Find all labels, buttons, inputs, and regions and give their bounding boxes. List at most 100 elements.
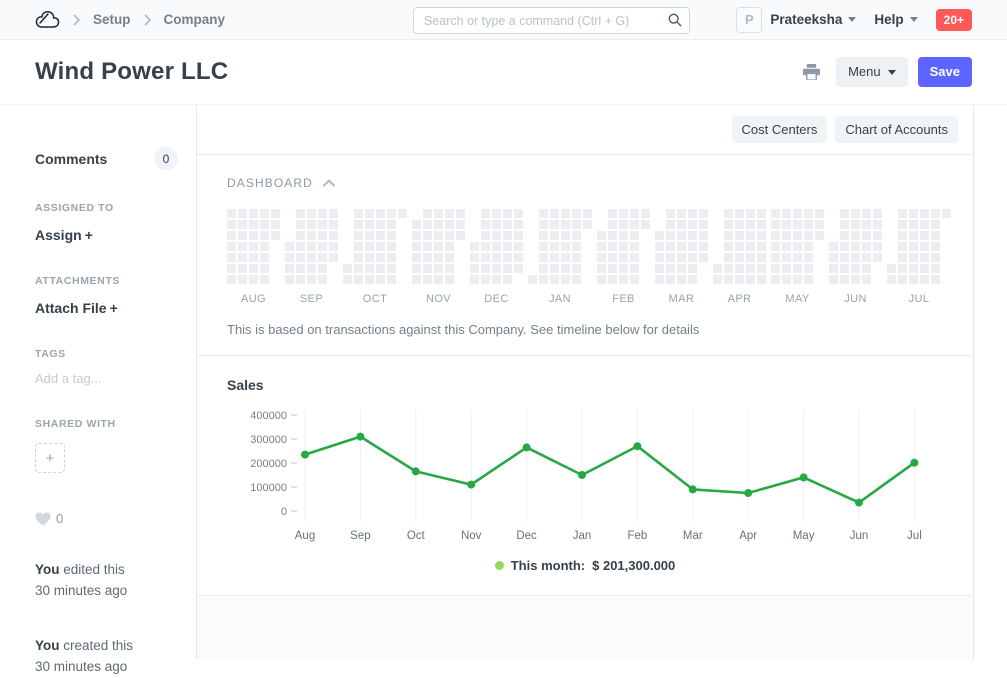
heatmap-cell[interactable] <box>724 209 733 218</box>
heatmap-cell[interactable] <box>898 264 907 273</box>
heatmap-cell[interactable] <box>376 264 385 273</box>
heatmap-cell[interactable] <box>387 264 396 273</box>
heatmap-cell[interactable] <box>514 242 523 251</box>
heatmap-cell[interactable] <box>329 209 338 218</box>
heatmap-cell[interactable] <box>735 275 744 284</box>
heatmap-cell[interactable] <box>481 275 490 284</box>
heatmap-cell[interactable] <box>318 275 327 284</box>
heatmap-cell[interactable] <box>528 275 537 284</box>
heatmap-cell[interactable] <box>318 231 327 240</box>
heatmap-cell[interactable] <box>387 220 396 229</box>
heatmap-cell[interactable] <box>851 264 860 273</box>
heatmap-cell[interactable] <box>376 253 385 262</box>
heatmap-cell[interactable] <box>735 220 744 229</box>
heatmap-cell[interactable] <box>354 253 363 262</box>
heatmap-cell[interactable] <box>329 220 338 229</box>
heatmap-cell[interactable] <box>550 264 559 273</box>
heatmap-cell[interactable] <box>572 253 581 262</box>
heatmap-cell[interactable] <box>318 220 327 229</box>
heatmap-cell[interactable] <box>597 253 606 262</box>
heatmap-cell[interactable] <box>249 242 258 251</box>
heatmap-cell[interactable] <box>608 242 617 251</box>
heatmap-cell[interactable] <box>724 242 733 251</box>
heatmap-cell[interactable] <box>249 220 258 229</box>
heatmap-cell[interactable] <box>307 220 316 229</box>
heatmap-cell[interactable] <box>862 220 871 229</box>
heatmap-cell[interactable] <box>481 209 490 218</box>
heatmap-cell[interactable] <box>481 253 490 262</box>
heatmap-cell[interactable] <box>572 275 581 284</box>
search-icon[interactable] <box>668 13 682 30</box>
heatmap-cell[interactable] <box>909 209 918 218</box>
heatmap-cell[interactable] <box>920 209 929 218</box>
heatmap-cell[interactable] <box>920 275 929 284</box>
heatmap-cell[interactable] <box>920 264 929 273</box>
heatmap-cell[interactable] <box>688 264 697 273</box>
heatmap-cell[interactable] <box>412 275 421 284</box>
heatmap-cell[interactable] <box>931 264 940 273</box>
heatmap-cell[interactable] <box>771 253 780 262</box>
save-button[interactable]: Save <box>918 57 972 87</box>
heatmap-cell[interactable] <box>470 264 479 273</box>
heatmap-cell[interactable] <box>608 253 617 262</box>
heatmap-cell[interactable] <box>920 220 929 229</box>
heatmap-cell[interactable] <box>677 253 686 262</box>
heatmap-cell[interactable] <box>655 242 664 251</box>
heatmap-cell[interactable] <box>873 220 882 229</box>
heatmap-cell[interactable] <box>456 220 465 229</box>
heatmap-cell[interactable] <box>746 253 755 262</box>
heatmap-cell[interactable] <box>666 220 675 229</box>
heatmap-cell[interactable] <box>271 220 280 229</box>
heatmap-cell[interactable] <box>771 264 780 273</box>
heatmap-cell[interactable] <box>735 264 744 273</box>
heatmap-cell[interactable] <box>387 275 396 284</box>
heatmap-cell[interactable] <box>227 242 236 251</box>
heatmap-cell[interactable] <box>492 253 501 262</box>
heatmap-cell[interactable] <box>688 220 697 229</box>
heatmap-cell[interactable] <box>630 209 639 218</box>
heatmap-cell[interactable] <box>238 220 247 229</box>
heart-icon[interactable] <box>35 512 51 526</box>
heatmap-cell[interactable] <box>666 209 675 218</box>
heatmap-cell[interactable] <box>782 209 791 218</box>
heatmap-cell[interactable] <box>550 242 559 251</box>
heatmap-cell[interactable] <box>503 242 512 251</box>
user-menu[interactable]: P Prateeksha <box>736 7 856 33</box>
heatmap-cell[interactable] <box>423 231 432 240</box>
heatmap-cell[interactable] <box>619 275 628 284</box>
heatmap-cell[interactable] <box>757 220 766 229</box>
heatmap-cell[interactable] <box>539 220 548 229</box>
heatmap-cell[interactable] <box>492 209 501 218</box>
heatmap-cell[interactable] <box>793 209 802 218</box>
heatmap-cell[interactable] <box>688 209 697 218</box>
heatmap-cell[interactable] <box>898 242 907 251</box>
heatmap-cell[interactable] <box>630 275 639 284</box>
heatmap-cell[interactable] <box>387 231 396 240</box>
heatmap-cell[interactable] <box>666 264 675 273</box>
heatmap-cell[interactable] <box>677 275 686 284</box>
heatmap-cell[interactable] <box>354 220 363 229</box>
heatmap-cell[interactable] <box>862 242 871 251</box>
heatmap-cell[interactable] <box>227 231 236 240</box>
heatmap-cell[interactable] <box>423 253 432 262</box>
heatmap-cell[interactable] <box>666 242 675 251</box>
heatmap-cell[interactable] <box>793 231 802 240</box>
heatmap-cell[interactable] <box>227 253 236 262</box>
heatmap-cell[interactable] <box>492 231 501 240</box>
heatmap-cell[interactable] <box>329 231 338 240</box>
heatmap-cell[interactable] <box>608 264 617 273</box>
heatmap-cell[interactable] <box>249 209 258 218</box>
heatmap-cell[interactable] <box>285 275 294 284</box>
heatmap-cell[interactable] <box>630 231 639 240</box>
heatmap-cell[interactable] <box>550 231 559 240</box>
heatmap-cell[interactable] <box>387 209 396 218</box>
heatmap-cell[interactable] <box>782 275 791 284</box>
heatmap-cell[interactable] <box>481 242 490 251</box>
heatmap-cell[interactable] <box>804 253 813 262</box>
sidebar-item-comments[interactable]: Comments 0 <box>35 147 178 170</box>
heatmap-cell[interactable] <box>539 253 548 262</box>
heatmap-cell[interactable] <box>260 264 269 273</box>
heatmap-cell[interactable] <box>307 264 316 273</box>
heatmap-cell[interactable] <box>677 231 686 240</box>
heatmap-cell[interactable] <box>804 220 813 229</box>
